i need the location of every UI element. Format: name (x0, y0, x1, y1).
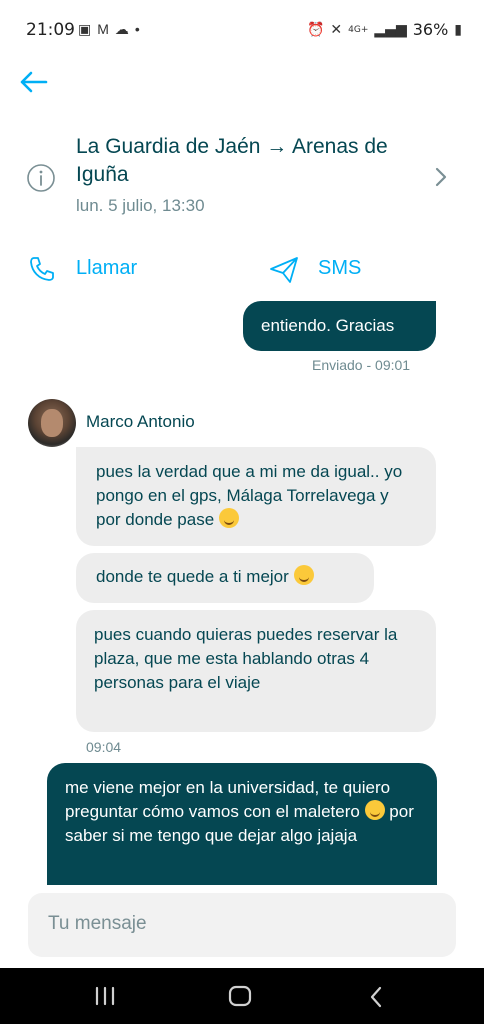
battery-level: 36% (412, 20, 449, 39)
network-type: 4G+ (348, 24, 369, 35)
signal-icon: ▂▄▆ (374, 21, 407, 38)
sms-label: SMS (318, 257, 362, 279)
info-icon (27, 164, 55, 192)
message-text: me viene mejor en la universidad, te qui… (65, 778, 391, 821)
grinning-sweat-emoji-icon (218, 508, 239, 528)
message-composer (28, 893, 456, 957)
alarm-icon: ⏰ (306, 21, 325, 38)
avatar[interactable] (28, 399, 76, 447)
phone-icon (30, 257, 54, 281)
winking-face-emoji-icon (293, 565, 314, 585)
gallery-icon: ▣ (78, 21, 92, 37)
message-time: 09:04 (86, 739, 122, 755)
back-arrow-icon[interactable] (18, 68, 50, 96)
call-label: Llamar (76, 257, 138, 279)
message-bubble-outgoing[interactable]: me viene mejor en la universidad, te qui… (47, 763, 437, 885)
send-icon (270, 257, 298, 283)
nav-back-icon[interactable] (368, 986, 384, 1008)
message-text: pues la verdad que a mi me da igual.. yo… (96, 462, 403, 529)
message-text: donde te quede a ti mejor (96, 567, 289, 586)
system-nav-bar (0, 968, 484, 1024)
status-time: 21:09 (26, 20, 75, 40)
message-input[interactable] (48, 913, 428, 935)
chevron-right-icon (435, 167, 447, 187)
gmail-icon: M (97, 21, 109, 37)
recent-apps-icon[interactable] (94, 986, 116, 1006)
status-system-icons: ⏰ ✕ 4G+ ▂▄▆ 36% ▮ (307, 20, 462, 39)
more-dot-icon: • (134, 21, 140, 37)
message-bubble-incoming[interactable]: pues cuando quieras puedes reservar la p… (76, 610, 436, 732)
status-notification-icons: ▣ M ☁ • (78, 20, 140, 38)
cloud-icon: ☁ (114, 21, 129, 37)
mute-icon: ✕ (330, 21, 343, 38)
trip-date: lun. 5 julio, 13:30 (76, 196, 205, 215)
battery-icon: ▮ (454, 21, 462, 38)
avatar-face (41, 409, 63, 437)
message-text: pues cuando quieras puedes reservar la p… (94, 625, 398, 692)
status-bar: 21:09 ▣ M ☁ • ⏰ ✕ 4G+ ▂▄▆ 36% ▮ (0, 0, 484, 56)
message-bubble-incoming[interactable]: donde te quede a ti mejor (76, 553, 374, 603)
sender-name: Marco Antonio (86, 412, 195, 431)
trip-title: La Guardia de Jaén → Arenas de Iguña (76, 135, 388, 186)
message-status: Enviado - 09:01 (312, 357, 411, 373)
message-text: entiendo. Gracias (261, 316, 395, 335)
message-bubble-outgoing[interactable]: entiendo. Gracias (243, 301, 436, 351)
message-bubble-incoming[interactable]: pues la verdad que a mi me da igual.. yo… (76, 447, 436, 546)
grinning-sweat-emoji-icon (364, 800, 385, 820)
home-icon[interactable] (228, 985, 252, 1007)
